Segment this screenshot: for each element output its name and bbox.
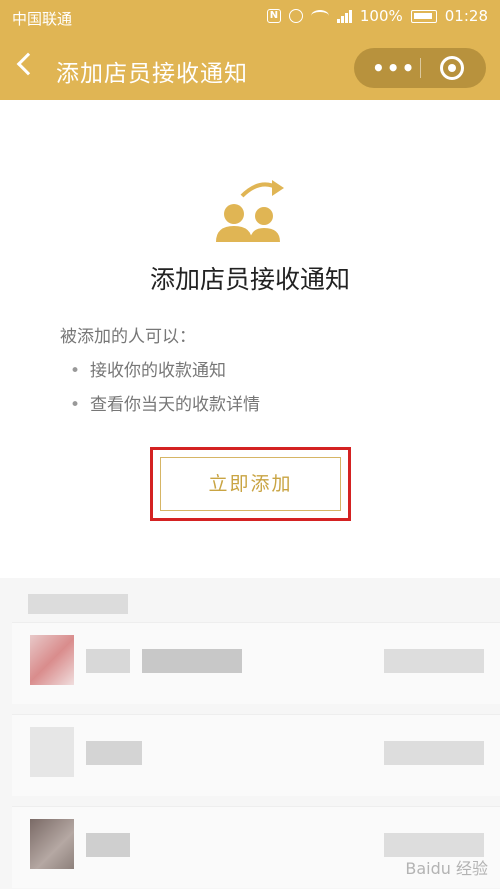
page-title: 添加店员接收通知 [149, 265, 350, 294]
name-blurred [86, 741, 142, 765]
permission-intro: 被添加的人可以： [60, 327, 196, 347]
staff-list-section [0, 578, 500, 889]
amount-blurred [384, 741, 484, 765]
battery-icon [410, 9, 437, 23]
avatar [30, 727, 74, 777]
avatar [30, 819, 74, 869]
name-blurred [86, 833, 130, 857]
amount-blurred [384, 649, 484, 673]
alarm-icon [288, 9, 303, 23]
capsule-divider [420, 58, 421, 78]
list-item[interactable] [12, 622, 500, 704]
back-arrow-icon[interactable] [16, 52, 40, 76]
permission-item: 接收你的收款通知 [70, 358, 260, 392]
name-blurred [86, 649, 130, 673]
baidu-watermark: Baidu 经验 [405, 859, 488, 878]
mini-program-capsule: ••• [354, 48, 486, 88]
more-dots-icon[interactable]: ••• [372, 56, 416, 80]
nfc-icon: N [266, 9, 281, 23]
permission-item: 查看你当天的收款详情 [70, 392, 260, 426]
top-bar: 中国联通 N 100% 01:28 添加店员接收通知 ••• [0, 0, 500, 100]
permission-list: 接收你的收款通知 查看你当天的收款详情 [70, 358, 260, 426]
signal-icon [336, 9, 352, 23]
avatar [30, 635, 74, 685]
nav-bar: 添加店员接收通知 ••• [0, 34, 500, 100]
people-transfer-icon [216, 180, 284, 242]
detail-blurred [142, 649, 242, 673]
carrier-label: 中国联通 [12, 10, 73, 28]
target-circle-icon[interactable] [440, 56, 464, 80]
battery-percent: 100% [359, 7, 403, 25]
clock: 01:28 [444, 7, 488, 25]
status-bar: 中国联通 N 100% 01:28 [0, 0, 500, 34]
section-header-blurred [28, 594, 128, 614]
wifi-icon [310, 10, 329, 22]
amount-blurred [384, 833, 484, 857]
status-icons: N 100% 01:28 [266, 7, 488, 25]
nav-title: 添加店员接收通知 [56, 61, 248, 87]
add-now-button[interactable]: 立即添加 [160, 457, 341, 511]
list-item[interactable] [12, 714, 500, 796]
